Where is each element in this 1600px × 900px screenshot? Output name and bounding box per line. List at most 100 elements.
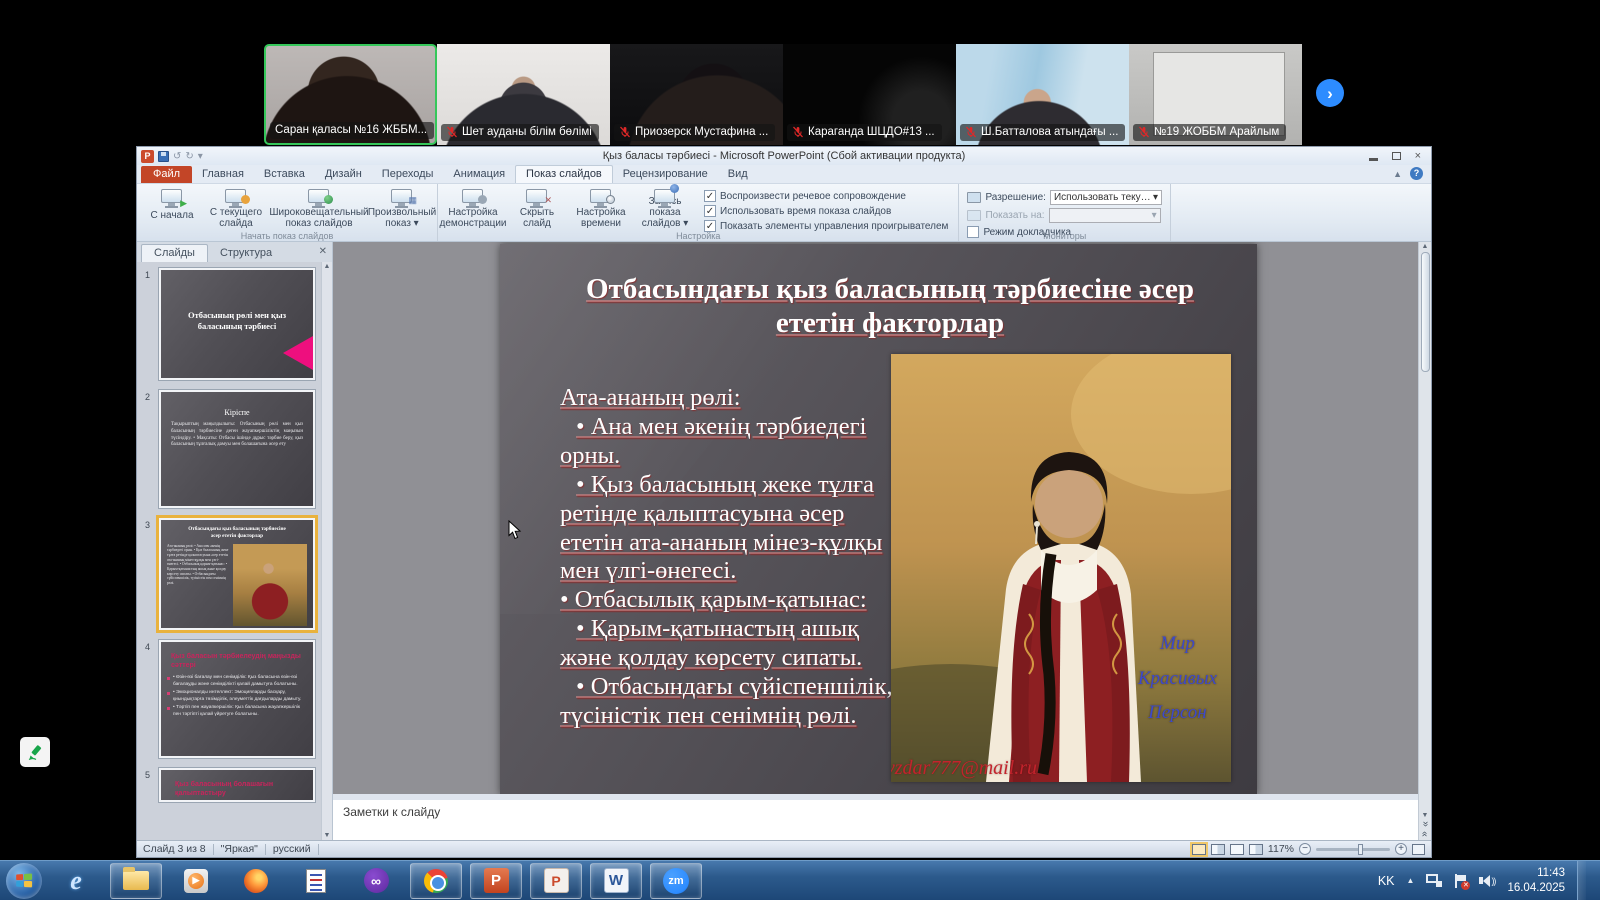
- zoom-slider[interactable]: [1316, 848, 1390, 851]
- gallery-next-page-button[interactable]: ›: [1316, 79, 1344, 107]
- from-beginning-button[interactable]: ▶ С начала: [141, 187, 203, 229]
- checkbox-use-timings[interactable]: ✓ Использовать время показа слайдов: [704, 205, 948, 217]
- zoom-video-gallery: Саран қаласы №16 ЖББМ... Шет ауданы білі…: [264, 44, 1302, 145]
- broadcast-slideshow-button[interactable]: Широковещательный показ слайдов: [269, 187, 369, 229]
- taskbar-chrome[interactable]: [410, 863, 462, 899]
- taskbar-zoom[interactable]: zm: [650, 863, 702, 899]
- powerpoint-window: P ↺ ↻ ▾ Қыз баласы тәрбиесі - Microsoft …: [136, 146, 1432, 858]
- redo-icon[interactable]: ↻: [185, 151, 193, 162]
- network-icon[interactable]: [1426, 874, 1442, 887]
- slide-canvas[interactable]: Отбасындағы қыз баласының тәрбиесіне әсе…: [333, 242, 1418, 794]
- scroll-down-icon[interactable]: ▼: [324, 832, 331, 839]
- action-center-flag-icon[interactable]: ✕: [1454, 874, 1467, 888]
- slide-body-text[interactable]: Ата-ананың рөлі: • Ана мен әкенің тәрбие…: [560, 384, 912, 731]
- slide-sorter-view-icon[interactable]: [1211, 844, 1225, 855]
- panel-close-icon[interactable]: ✕: [319, 246, 327, 257]
- from-current-slide-button[interactable]: С текущего слайда: [205, 187, 267, 229]
- scroll-up-icon[interactable]: ▲: [324, 263, 331, 270]
- participant-tile[interactable]: Караганда ШЦДО#13 ...: [783, 44, 956, 145]
- participant-tile[interactable]: Шет ауданы білім бөлімі: [437, 44, 610, 145]
- window-title: Қыз баласы тәрбиесі - Microsoft PowerPoi…: [137, 150, 1431, 162]
- next-slide-icon[interactable]: »: [1420, 831, 1430, 837]
- scroll-down-icon[interactable]: ▼: [1422, 812, 1429, 819]
- taskbar-word[interactable]: W: [590, 863, 642, 899]
- setup-slideshow-button[interactable]: Настройка демонстрации: [442, 187, 504, 229]
- keyboard-language[interactable]: KK: [1378, 874, 1395, 888]
- slide-thumbnail-3-selected[interactable]: 3 Отбасындағы қыз баласының тәрбиесіне ә…: [159, 518, 307, 630]
- qat-dropdown-icon[interactable]: ▾: [198, 151, 203, 162]
- ribbon-collapse-icon[interactable]: ▲: [1393, 169, 1402, 179]
- taskbar-powerpoint-2[interactable]: P: [530, 863, 582, 899]
- start-button[interactable]: [6, 863, 42, 899]
- titlebar[interactable]: P ↺ ↻ ▾ Қыз баласы тәрбиесі - Microsoft …: [137, 147, 1431, 165]
- pencil-icon: [26, 743, 44, 761]
- folder-icon: [123, 868, 149, 894]
- participant-tile[interactable]: Ш.Батталова атындағы ...: [956, 44, 1129, 145]
- tab-file[interactable]: Файл: [141, 166, 192, 183]
- participant-tile[interactable]: №19 ЖОББМ Арайлым: [1129, 44, 1302, 145]
- notes-pane[interactable]: Заметки к слайду: [333, 794, 1418, 840]
- taskbar-ie[interactable]: e: [50, 863, 102, 899]
- tab-view[interactable]: Вид: [718, 166, 758, 183]
- slide-photo-girl[interactable]: Мир Красивых Персон kyzdar777@mail.ru: [891, 354, 1231, 782]
- vertical-scrollbar[interactable]: ▲ ▼ » »: [1418, 242, 1431, 840]
- taskbar-purple-app[interactable]: ∞: [350, 863, 402, 899]
- slide-thumbnail-5[interactable]: 5 Қыз баласының болашағын қалыптастыру: [159, 768, 307, 802]
- zoom-annotation-tool[interactable]: [20, 737, 50, 767]
- taskbar-firefox[interactable]: [230, 863, 282, 899]
- tab-animations[interactable]: Анимация: [443, 166, 515, 183]
- clock[interactable]: 11:43 16.04.2025: [1507, 866, 1565, 896]
- show-desktop-button[interactable]: [1577, 861, 1586, 900]
- taskbar-powerpoint[interactable]: P: [470, 863, 522, 899]
- zoom-level: 117%: [1268, 843, 1294, 855]
- zoom-slider-thumb[interactable]: [1358, 844, 1363, 855]
- tab-review[interactable]: Рецензирование: [613, 166, 718, 183]
- tab-transitions[interactable]: Переходы: [372, 166, 444, 183]
- restore-button[interactable]: [1392, 152, 1401, 160]
- panel-scrollbar[interactable]: ▲ ▼: [321, 262, 332, 840]
- taskbar-notepad-app[interactable]: [290, 863, 342, 899]
- help-icon[interactable]: ?: [1410, 167, 1423, 180]
- record-slideshow-button[interactable]: Запись показа слайдов ▾: [634, 187, 696, 229]
- zoom-in-button[interactable]: +: [1395, 843, 1407, 855]
- tab-slideshow[interactable]: Показ слайдов: [515, 165, 613, 183]
- panel-tab-outline[interactable]: Структура: [208, 245, 284, 262]
- panel-tab-slides[interactable]: Слайды: [141, 244, 208, 262]
- participant-name-label: №19 ЖОББМ Арайлым: [1133, 124, 1286, 141]
- language-indicator[interactable]: русский: [273, 843, 311, 855]
- fit-to-window-button[interactable]: [1412, 844, 1425, 855]
- resolution-dropdown[interactable]: Использовать текуще... ▾: [1050, 190, 1162, 205]
- scrollbar-thumb[interactable]: [1421, 252, 1430, 372]
- show-on-dropdown[interactable]: ▾: [1049, 208, 1161, 223]
- slide-title[interactable]: Отбасындағы қыз баласының тәрбиесіне әсе…: [580, 272, 1200, 340]
- document-icon: [303, 868, 329, 894]
- normal-view-icon[interactable]: [1192, 844, 1206, 855]
- slide-thumbnail-1[interactable]: 1 Отбасының рөлі мен қыз баласының тәрби…: [159, 268, 307, 380]
- reading-view-icon[interactable]: [1230, 844, 1244, 855]
- taskbar-explorer[interactable]: [110, 863, 162, 899]
- slide-thumbnail-2[interactable]: 2 Кіріспе Тақырыптың маңыздылығы: Отбасы…: [159, 390, 307, 508]
- rehearse-timings-button[interactable]: Настройка времени: [570, 187, 632, 229]
- speaker-icon[interactable]: )): [1479, 875, 1495, 887]
- tab-home[interactable]: Главная: [192, 166, 254, 183]
- checkbox-play-narration[interactable]: ✓ Воспроизвести речевое сопровождение: [704, 190, 948, 202]
- previous-slide-icon[interactable]: »: [1420, 821, 1430, 827]
- tab-insert[interactable]: Вставка: [254, 166, 315, 183]
- undo-icon[interactable]: ↺: [173, 151, 181, 162]
- scroll-up-icon[interactable]: ▲: [1422, 243, 1429, 250]
- tray-expand-icon[interactable]: ▲: [1407, 876, 1415, 885]
- minimize-button[interactable]: [1369, 158, 1378, 161]
- hide-slide-button[interactable]: ✕ Скрыть слайд: [506, 187, 568, 229]
- tab-design[interactable]: Дизайн: [315, 166, 372, 183]
- custom-slideshow-button[interactable]: ▦ Произвольный показ ▾: [371, 187, 433, 229]
- slide-thumbnail-4[interactable]: 4 Қыз баласын тәрбиелеудің маңызды сәтте…: [159, 640, 307, 758]
- taskbar-media-player[interactable]: ▶: [170, 863, 222, 899]
- participant-tile[interactable]: Приозерск Мустафина ...: [610, 44, 783, 145]
- theme-name[interactable]: "Яркая": [221, 843, 258, 855]
- zoom-out-button[interactable]: −: [1299, 843, 1311, 855]
- current-slide[interactable]: Отбасындағы қыз баласының тәрбиесіне әсе…: [500, 244, 1257, 794]
- participant-tile[interactable]: Саран қаласы №16 ЖББМ...: [264, 44, 437, 145]
- slideshow-view-icon[interactable]: [1249, 844, 1263, 855]
- close-button[interactable]: ×: [1415, 150, 1421, 162]
- save-icon[interactable]: [158, 151, 169, 162]
